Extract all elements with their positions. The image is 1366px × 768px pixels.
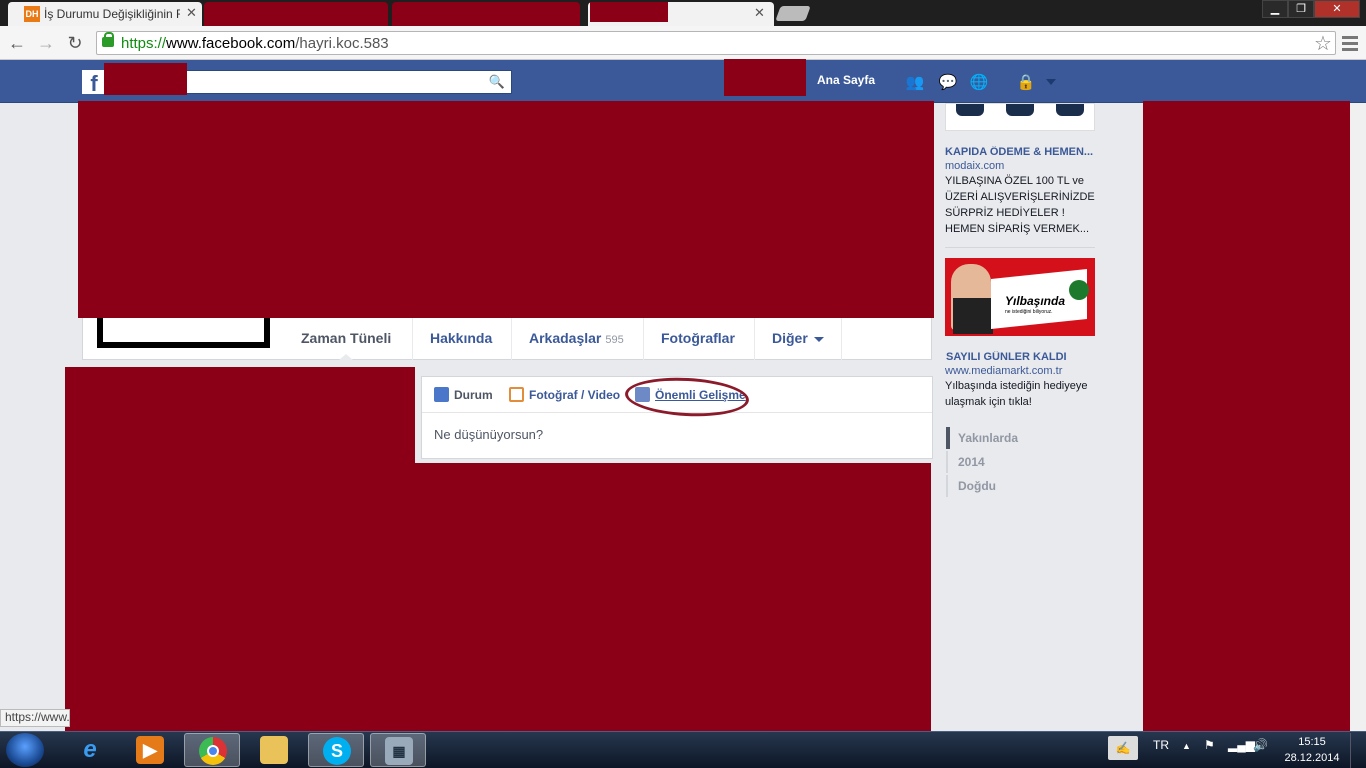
new-tab-button[interactable]	[775, 6, 811, 21]
status-input[interactable]: Ne düşünüyorsun?	[434, 427, 543, 442]
ad-image-modaix[interactable]	[945, 103, 1095, 131]
close-window-icon[interactable]: ✕	[1314, 0, 1360, 18]
redaction-block	[65, 367, 415, 464]
forward-icon[interactable]: →	[35, 32, 57, 54]
address-bar[interactable]: https://www.facebook.com/hayri.koc.583	[96, 31, 1336, 55]
pen-input-icon[interactable]: ✍	[1108, 736, 1138, 760]
clock-date: 28.12.2014	[1284, 752, 1340, 764]
ad-body[interactable]: YILBAŞINA ÖZEL 100 TL ve ÜZERİ ALIŞVERİŞ…	[945, 173, 1097, 237]
divider	[945, 247, 1095, 248]
tab-photos[interactable]: Fotoğraflar	[643, 318, 752, 360]
browser-tab-redacted[interactable]	[392, 2, 580, 26]
friend-count: 595	[605, 334, 624, 346]
minimize-icon[interactable]: ▁	[1262, 0, 1288, 18]
tray-expand-icon[interactable]: ▲	[1182, 741, 1191, 751]
composer-tab-status[interactable]: Durum	[434, 387, 493, 402]
chrome-menu-icon[interactable]	[1342, 36, 1358, 54]
pencil-icon	[434, 387, 449, 402]
facebook-logo-icon[interactable]: f	[82, 70, 106, 96]
skype-icon[interactable]: S	[308, 733, 364, 767]
privacy-lock-icon[interactable]: 🔒	[1016, 73, 1036, 91]
url-text: https://www.facebook.com/hayri.koc.583	[121, 35, 389, 52]
timeline-year-born[interactable]: Doğdu	[946, 475, 1096, 497]
ad-image-mediamarkt[interactable]: Yılbaşında ne istediğini biliyoruz.	[945, 258, 1095, 336]
timeline-year-recent[interactable]: Yakınlarda	[946, 427, 1096, 449]
active-tab-pointer	[339, 354, 353, 360]
volume-icon[interactable]: 🔊	[1253, 738, 1268, 752]
language-indicator[interactable]: TR	[1153, 738, 1169, 752]
ad-title[interactable]: SAYILI GÜNLER KALDI	[946, 351, 1096, 363]
home-link[interactable]: Ana Sayfa	[817, 73, 875, 87]
tab-about[interactable]: Hakkında	[412, 318, 509, 360]
redaction-block	[1143, 101, 1350, 731]
profile-picture[interactable]	[97, 318, 270, 348]
redaction-block	[724, 59, 806, 96]
search-icon[interactable]: 🔍	[489, 74, 505, 90]
bookmark-star-icon[interactable]: ☆	[1314, 31, 1332, 56]
redaction-block	[65, 463, 931, 731]
clock-time: 15:15	[1298, 736, 1326, 748]
internet-explorer-icon[interactable]: e	[62, 733, 118, 767]
favicon-icon: DH	[24, 6, 40, 22]
friend-requests-icon[interactable]: 👥	[905, 73, 925, 91]
reload-icon[interactable]: ↻	[64, 32, 86, 54]
system-clock[interactable]: 15:15 28.12.2014	[1282, 734, 1342, 766]
tab-title: İş Durumu Değişikliğinin F	[44, 7, 180, 21]
tab-friends[interactable]: Arkadaşlar 595	[511, 318, 641, 360]
composer-tab-photo-video[interactable]: Fotoğraf / Video	[509, 387, 620, 402]
photo-icon	[509, 387, 524, 402]
action-center-flag-icon[interactable]: ⚑	[1204, 738, 1215, 752]
media-player-icon[interactable]: ▶	[122, 733, 178, 767]
redaction-block	[590, 2, 668, 22]
maximize-icon[interactable]: ❐	[1288, 0, 1314, 18]
tab-more[interactable]: Diğer	[754, 318, 842, 360]
file-explorer-icon[interactable]	[246, 733, 302, 767]
browser-status-bar: https://www.	[0, 709, 70, 727]
notifications-globe-icon[interactable]: 🌐	[969, 73, 989, 91]
browser-tab[interactable]: ✕	[588, 2, 774, 26]
ad-image-text: Yılbaşında	[1005, 294, 1066, 308]
messages-icon[interactable]: 💬	[938, 73, 958, 91]
chevron-down-icon	[813, 336, 824, 342]
windows-start-icon[interactable]	[6, 733, 44, 767]
close-tab-icon[interactable]: ✕	[754, 5, 765, 21]
lock-icon	[102, 32, 114, 47]
back-icon[interactable]: ←	[6, 32, 28, 54]
page-scrollbar[interactable]	[1350, 103, 1366, 743]
chrome-taskbar-icon[interactable]	[184, 733, 240, 767]
ad-domain[interactable]: www.mediamarkt.com.tr	[945, 365, 1062, 377]
browser-tab-redacted[interactable]	[204, 2, 388, 26]
ad-title[interactable]: KAPIDA ÖDEME & HEMEN...	[945, 146, 1095, 158]
network-signal-icon[interactable]: ▂▄▆	[1228, 738, 1255, 752]
ad-domain[interactable]: modaix.com	[945, 160, 1004, 172]
calculator-icon[interactable]: ▦	[370, 733, 426, 767]
timeline-year-2014[interactable]: 2014	[946, 451, 1096, 473]
redaction-block	[104, 63, 187, 95]
close-tab-icon[interactable]: ✕	[186, 5, 197, 21]
browser-tab-active[interactable]: DH İş Durumu Değişikliğinin F ✕	[8, 2, 202, 26]
show-desktop-button[interactable]	[1350, 733, 1366, 768]
account-menu-chevron-icon[interactable]	[1046, 79, 1056, 85]
cover-photo-redacted	[78, 101, 934, 318]
ad-body[interactable]: Yılbaşında istediğin hediyeye ulaşmak iç…	[945, 378, 1097, 410]
ad-image-subtext: ne istediğini biliyoruz.	[1005, 309, 1053, 315]
